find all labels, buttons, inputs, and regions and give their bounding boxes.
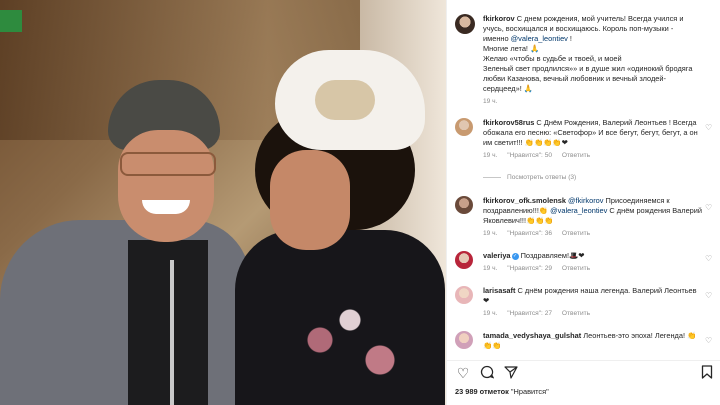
username[interactable]: larisasaft xyxy=(483,286,515,295)
verified-badge-icon: ✓ xyxy=(511,252,519,260)
cap-emblem xyxy=(315,80,375,120)
share-icon-shape xyxy=(504,366,518,379)
face xyxy=(270,150,350,250)
heart-icon[interactable]: ♡ xyxy=(705,337,713,345)
person-right xyxy=(215,50,445,405)
comments-list: fkirkorov С днем рождения, мой учитель! … xyxy=(447,10,720,360)
comment-text: 👏👏👏 xyxy=(526,216,554,225)
smile xyxy=(142,200,190,214)
mention-link[interactable]: @valera_leontiev xyxy=(550,206,607,215)
comment-text: С днём рождения наша легенда. Валерий Ле… xyxy=(483,286,697,305)
action-bar: ♡ xyxy=(447,360,720,385)
avatar[interactable] xyxy=(455,251,473,269)
caption-text: любви Казанова, вечный любовник и вечный… xyxy=(483,74,667,83)
reply-button[interactable]: Ответить xyxy=(562,310,590,317)
like-count[interactable]: "Нравится": 50 xyxy=(507,152,552,159)
timestamp: 19 ч. xyxy=(483,310,498,317)
glasses xyxy=(120,152,216,176)
reply-button[interactable]: Ответить xyxy=(562,152,590,159)
username[interactable]: fkirkorov_ofk.smolensk xyxy=(483,196,566,205)
caption-text: сердцеед»! 🙏 xyxy=(483,84,533,93)
caption-text: Зеленый свет продлился»» и в душе жил «о… xyxy=(483,64,693,73)
likes-summary[interactable]: 23 989 отметок "Нравится" xyxy=(455,387,549,396)
comment-meta: 19 ч. "Нравится": 36 Ответить xyxy=(483,229,703,239)
likes-count: 23 989 отметок xyxy=(455,387,509,396)
like-count[interactable]: "Нравится": 29 xyxy=(507,265,552,272)
bookmark-icon-shape xyxy=(701,365,713,379)
comment-text: Поздравляем!🎩❤ xyxy=(520,251,585,260)
reply-button[interactable]: Ответить xyxy=(562,230,590,237)
username[interactable]: tamada_vedyshaya_gulshat xyxy=(483,331,581,340)
comment-meta: 19 ч. "Нравится": 27 Ответить xyxy=(483,309,703,319)
divider xyxy=(483,176,501,178)
timestamp: 19 ч. xyxy=(483,265,498,272)
caption-text: Многие лета! 🙏 xyxy=(483,44,540,53)
caption-text: Желаю «чтобы в судьбе и твоей, и моей xyxy=(483,54,622,63)
view-replies-label[interactable]: Посмотреть ответы (3) xyxy=(507,174,576,181)
username[interactable]: valeriya xyxy=(483,251,511,260)
timestamp: 19 ч. xyxy=(483,152,498,159)
avatar[interactable] xyxy=(455,14,475,34)
caption-text: ! xyxy=(567,34,572,43)
like-count[interactable]: "Нравится": 36 xyxy=(507,230,552,237)
comment-meta: 19 ч. "Нравится": 29 Ответить xyxy=(483,264,703,274)
share-icon[interactable] xyxy=(503,365,519,381)
heart-icon[interactable]: ♡ xyxy=(455,365,471,381)
cardigan xyxy=(0,220,250,405)
comment-icon-shape xyxy=(480,365,495,379)
post-side-panel: fkirkorov С днем рождения, мой учитель! … xyxy=(446,0,720,405)
heart-icon[interactable]: ♡ xyxy=(705,292,713,300)
caption-text: именно xyxy=(483,34,511,43)
heart-icon[interactable]: ♡ xyxy=(705,255,713,263)
username[interactable]: fkirkorov xyxy=(483,14,515,23)
avatar[interactable] xyxy=(455,118,473,136)
timestamp: 19 ч. xyxy=(483,230,498,237)
bookmark-icon[interactable] xyxy=(699,365,715,381)
likes-label: "Нравится" xyxy=(510,387,549,396)
heart-icon[interactable]: ♡ xyxy=(705,204,713,212)
reply-button[interactable]: Ответить xyxy=(562,265,590,272)
comment-icon[interactable] xyxy=(479,365,495,381)
timestamp: 19 ч. xyxy=(483,98,498,105)
username[interactable]: fkirkorov58rus xyxy=(483,118,534,127)
view-replies[interactable]: Посмотреть ответы (3) xyxy=(483,173,576,183)
post-photo[interactable] xyxy=(0,0,446,405)
face xyxy=(118,130,214,242)
black-shirt xyxy=(128,240,208,405)
like-count[interactable]: "Нравится": 27 xyxy=(507,310,552,317)
comment-meta: 19 ч. "Нравится": 50 Ответить xyxy=(483,151,703,161)
avatar[interactable] xyxy=(455,286,473,304)
mention-link[interactable]: @valera_leontiev xyxy=(511,34,568,43)
flower-print xyxy=(275,300,425,400)
mention-link[interactable]: @fkirkorov xyxy=(568,196,603,205)
heart-icon[interactable]: ♡ xyxy=(705,124,713,132)
avatar[interactable] xyxy=(455,196,473,214)
exit-sign xyxy=(0,10,22,32)
avatar[interactable] xyxy=(455,331,473,349)
caption-meta: 19 ч. xyxy=(483,97,703,107)
caption-text: учусь, восхищался и восхищаюсь. Король п… xyxy=(483,24,674,33)
caption-text: С днем рождения, мой учитель! Всегда учи… xyxy=(516,14,684,23)
zipper xyxy=(170,260,174,405)
